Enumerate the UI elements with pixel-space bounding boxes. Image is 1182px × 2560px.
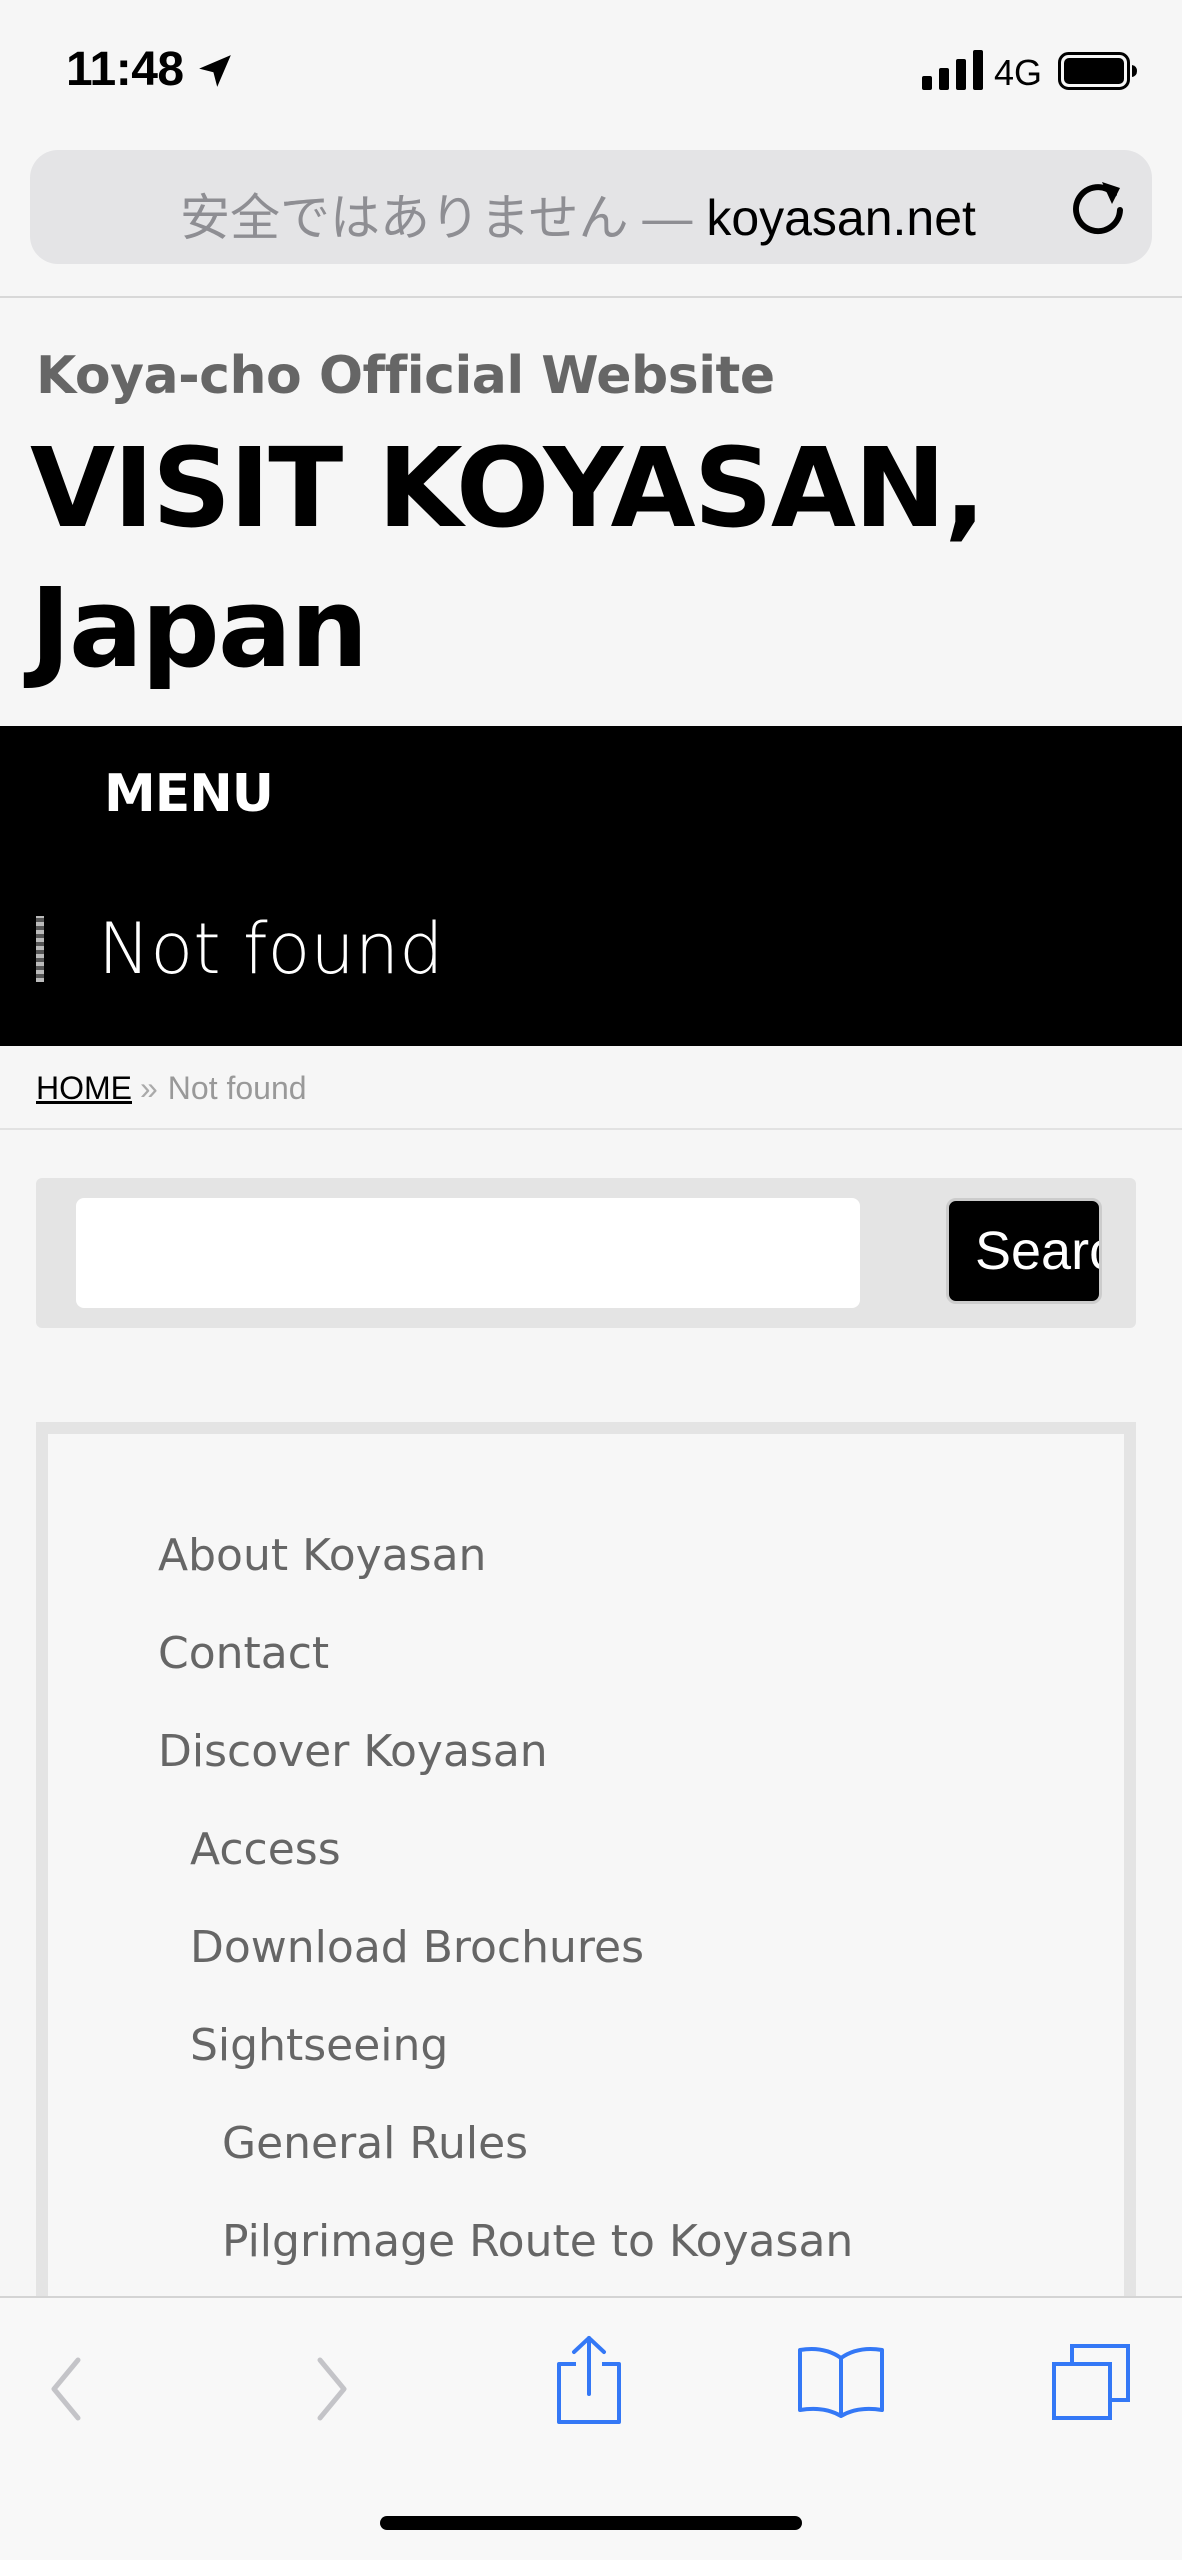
location-arrow-icon: [199, 55, 231, 87]
nav-item[interactable]: Pilgrimage Route to Koyasan: [222, 2216, 853, 2267]
nav-item[interactable]: Discover Koyasan: [158, 1726, 548, 1777]
breadcrumb-separator: »: [140, 1070, 158, 1106]
browser-chrome-divider: [0, 296, 1182, 298]
address-bar[interactable]: 安全ではありません — koyasan.net: [30, 150, 1152, 264]
page-title: Not found: [98, 908, 444, 990]
network-type: 4G: [994, 52, 1043, 93]
nav-item[interactable]: Download Brochures: [190, 1922, 644, 1973]
address-domain: koyasan.net: [706, 190, 976, 246]
breadcrumb-current: Not found: [167, 1070, 307, 1106]
search-button[interactable]: Search: [946, 1198, 1102, 1304]
nav-item[interactable]: About Koyasan: [158, 1530, 486, 1581]
share-icon[interactable]: [554, 2334, 624, 2426]
battery-icon: [1058, 52, 1137, 90]
site-title[interactable]: VISIT KOYASAN, Japan: [30, 418, 1150, 698]
breadcrumb: HOME» Not found: [0, 1046, 1182, 1130]
nav-item[interactable]: Access: [190, 1824, 341, 1875]
menu-button[interactable]: MENU: [104, 764, 274, 824]
nav-item[interactable]: General Rules: [222, 2118, 528, 2169]
header-band: MENU Not found: [0, 726, 1182, 1046]
nav-item[interactable]: Contact: [158, 1628, 329, 1679]
site-subtitle: Koya-cho Official Website: [36, 346, 775, 406]
security-warning: 安全ではありません —: [180, 190, 693, 246]
home-indicator: [380, 2516, 802, 2530]
heading-marker: [36, 916, 44, 982]
status-bar: 11:48 4G: [0, 0, 1182, 140]
tabs-icon[interactable]: [1050, 2342, 1132, 2422]
cellular-signal-icon: [922, 50, 983, 90]
nav-item[interactable]: Sightseeing: [190, 2020, 448, 2071]
browser-page: 11:48 4G 安全ではありません — koyasan.net Koya-ch…: [0, 0, 1182, 2560]
search-input[interactable]: [76, 1198, 860, 1308]
reload-icon[interactable]: [1066, 174, 1130, 238]
forward-icon[interactable]: [312, 2354, 352, 2424]
bookmarks-icon[interactable]: [796, 2344, 886, 2420]
back-icon[interactable]: [46, 2354, 86, 2424]
search-box: Search: [36, 1178, 1136, 1328]
breadcrumb-home-link[interactable]: HOME: [36, 1070, 132, 1106]
status-time: 11:48: [66, 43, 184, 96]
address-text: 安全ではありません — koyasan.net: [180, 178, 976, 250]
